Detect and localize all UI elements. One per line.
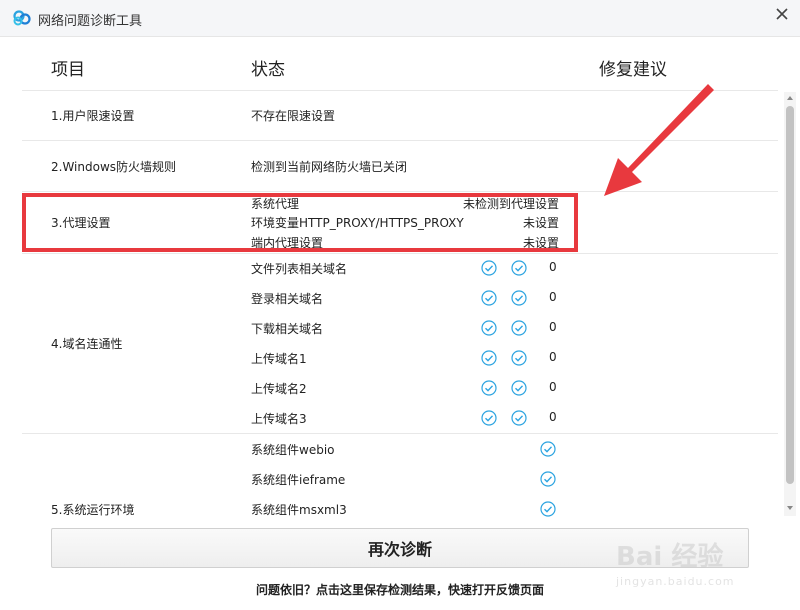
check-circle-icon [511,410,527,426]
domain-count: 0 [549,320,557,334]
row-divider [22,433,778,434]
domain-count: 0 [549,350,557,364]
scrollbar-thumb[interactable] [786,106,794,484]
check-circle-icon [481,350,497,366]
row-label-domain: 4.域名连通性 [51,337,123,351]
row-label-firewall: 2.Windows防火墙规则 [51,160,177,174]
annotation-arrow-icon [604,84,714,196]
status-speed-limit: 不存在限速设置 [251,109,336,123]
check-circle-icon [481,320,497,336]
domain-count: 0 [549,410,557,424]
check-circle-icon [540,441,556,457]
runtime-line-name: 系统组件webio [251,443,335,457]
check-circle-icon [481,290,497,306]
domain-line-name: 下载相关域名 [251,322,324,336]
watermark: Bai 经验 jingyan.baidu.com [616,536,735,588]
check-circle-icon [540,501,556,517]
check-circle-icon [481,380,497,396]
status-firewall: 检测到当前网络防火墙已关闭 [251,160,408,174]
runtime-line-name: 系统组件ieframe [251,473,346,487]
column-header-status: 状态 [251,60,285,80]
check-circle-icon [511,380,527,396]
domain-line-name: 上传域名1 [251,352,307,366]
row-label-speed-limit: 1.用户限速设置 [51,109,135,123]
close-icon[interactable] [772,4,792,24]
proxy-highlight-box [22,193,578,252]
runtime-line-name: 系统组件msxml3 [251,503,347,517]
domain-line-name: 上传域名3 [251,412,307,426]
check-circle-icon [511,290,527,306]
check-circle-icon [511,320,527,336]
domain-count: 0 [549,380,557,394]
row-divider [22,253,778,254]
domain-line-name: 上传域名2 [251,382,307,396]
check-circle-icon [540,471,556,487]
check-circle-icon [511,260,527,276]
domain-count: 0 [549,290,557,304]
watermark-url: jingyan.baidu.com [616,575,735,588]
domain-line-name: 登录相关域名 [251,292,324,306]
check-circle-icon [481,410,497,426]
domain-line-name: 文件列表相关域名 [251,262,348,276]
window-title: 网络问题诊断工具 [38,14,143,29]
check-circle-icon [481,260,497,276]
check-circle-icon [511,350,527,366]
column-header-item: 项目 [51,60,85,80]
baidu-cloud-logo-icon [13,10,31,26]
scroll-down-icon[interactable] [786,504,794,512]
scroll-up-icon[interactable] [786,94,794,102]
row-label-runtime: 5.系统运行环境 [51,503,135,517]
watermark-text: Bai 经验 [616,542,724,572]
column-header-suggestion: 修复建议 [599,60,667,80]
domain-count: 0 [549,260,557,274]
